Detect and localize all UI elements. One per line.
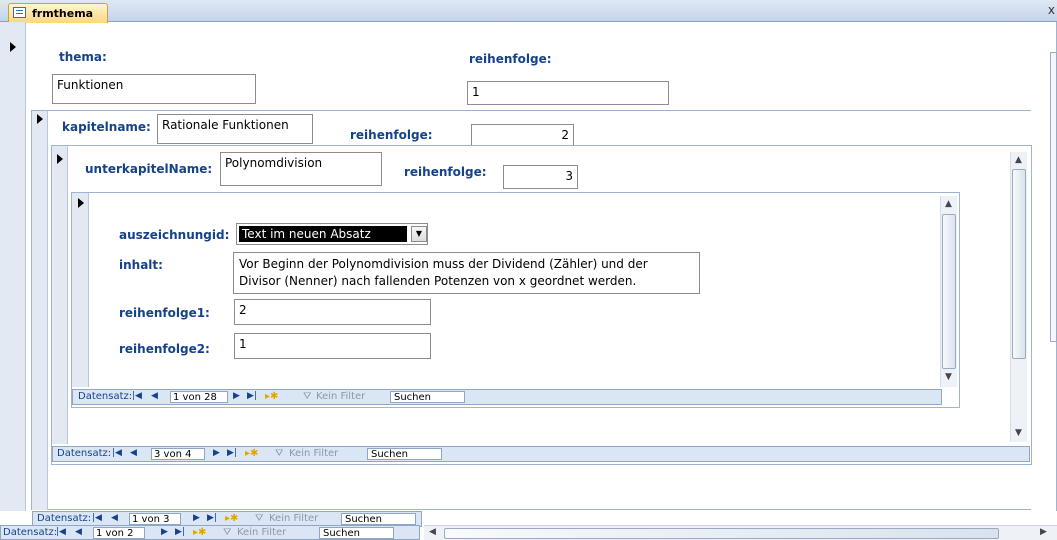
record-selector-kapitel[interactable] (32, 111, 48, 510)
last-record-icon[interactable]: ▶| (175, 527, 185, 537)
nav-label: Datensatz: (78, 391, 133, 402)
last-record-icon[interactable]: ▶| (207, 513, 217, 523)
kapitelname-field[interactable]: Rationale Funktionen (157, 114, 313, 144)
prev-record-icon[interactable]: ◀ (111, 513, 118, 523)
auszeichnungid-combobox[interactable]: Text im neuen Absatz ▼ (236, 223, 428, 245)
scroll-thumb[interactable] (1012, 169, 1026, 359)
next-record-icon[interactable]: ▶ (161, 527, 168, 537)
first-record-icon[interactable]: |◀ (112, 448, 122, 458)
document-tab-bar: frmthema x (0, 0, 1057, 23)
outer-scrollbar[interactable] (1050, 52, 1057, 342)
filter-status[interactable]: Kein Filter (237, 527, 286, 538)
filter-icon[interactable]: ⛛ (303, 391, 311, 402)
record-navigation-thema: Datensatz: |◀ ◀ 1 von 2 ▶ ▶| ▸✱ ⛛ Kein F… (0, 525, 420, 540)
filter-status[interactable]: Kein Filter (289, 448, 338, 459)
record-selector-inhalt[interactable] (72, 193, 89, 387)
first-record-icon[interactable]: |◀ (56, 527, 66, 537)
reihenfolge1-label: reihenfolge1: (119, 306, 210, 320)
scroll-right-icon[interactable]: ▶ (1040, 527, 1047, 537)
search-input[interactable]: Suchen (367, 448, 442, 460)
nav-label: Datensatz: (37, 513, 92, 524)
thema-label: thema: (59, 50, 107, 64)
next-record-icon[interactable]: ▶ (233, 391, 240, 401)
reihenfolge-field[interactable]: 1 (467, 81, 669, 105)
horizontal-scrollbar[interactable]: ◀ ▶ (424, 525, 1057, 540)
prev-record-icon[interactable]: ◀ (130, 448, 137, 458)
record-selector-thema[interactable] (0, 22, 26, 511)
filter-icon[interactable]: ⛛ (275, 448, 283, 459)
scroll-left-icon[interactable]: ◀ (429, 527, 436, 537)
search-input[interactable]: Suchen (390, 391, 465, 403)
search-input[interactable]: Suchen (341, 513, 416, 525)
scroll-down-icon[interactable]: ▼ (945, 372, 952, 382)
filter-status[interactable]: Kein Filter (316, 391, 365, 402)
scroll-thumb[interactable] (942, 214, 956, 369)
inhalt-label: inhalt: (119, 258, 163, 272)
record-selector-arrow-icon (37, 114, 43, 124)
record-counter[interactable]: 3 von 4 (151, 448, 205, 460)
inhalt-field[interactable]: Vor Beginn der Polynomdivision muss der … (233, 252, 700, 294)
thema-field[interactable]: Funktionen (52, 74, 256, 104)
next-record-icon[interactable]: ▶ (213, 448, 220, 458)
auszeichnungid-value: Text im neuen Absatz (239, 226, 407, 242)
record-navigation-unterkapitel: Datensatz: |◀ ◀ 3 von 4 ▶ ▶| ▸✱ ⛛ Kein F… (52, 446, 1030, 462)
first-record-icon[interactable]: |◀ (92, 513, 102, 523)
tab-frmthema[interactable]: frmthema (8, 3, 108, 23)
filter-icon[interactable]: ⛛ (223, 527, 231, 538)
reihenfolge2-field[interactable]: 1 (234, 333, 431, 359)
close-icon[interactable]: x (1048, 3, 1055, 17)
nav-label: Datensatz: (57, 448, 112, 459)
kapitel-reihenfolge-label: reihenfolge: (350, 128, 433, 142)
record-counter[interactable]: 1 von 28 (170, 391, 228, 403)
next-record-icon[interactable]: ▶ (193, 513, 200, 523)
tab-label: frmthema (32, 7, 94, 20)
inhalt-line-2: Divisor (Nenner) nach fallenden Potenzen… (239, 274, 637, 288)
last-record-icon[interactable]: ▶| (247, 391, 257, 401)
new-record-icon[interactable]: ▸✱ (265, 391, 278, 402)
reihenfolge2-label: reihenfolge2: (119, 342, 210, 356)
reihenfolge1-field[interactable]: 2 (234, 299, 431, 325)
scroll-up-icon[interactable]: ▲ (945, 199, 952, 209)
form-icon (13, 7, 26, 18)
kapitelname-label: kapitelname: (62, 120, 151, 134)
new-record-icon[interactable]: ▸✱ (245, 448, 258, 459)
chevron-down-icon[interactable]: ▼ (411, 226, 427, 242)
filter-status[interactable]: Kein Filter (269, 513, 318, 524)
filter-icon[interactable]: ⛛ (255, 513, 263, 524)
unterkapitel-reihenfolge-label: reihenfolge: (404, 165, 487, 179)
last-record-icon[interactable]: ▶| (227, 448, 237, 458)
record-selector-arrow-icon (57, 154, 63, 164)
scroll-up-icon[interactable]: ▲ (1015, 155, 1022, 165)
auszeichnungid-label: auszeichnungid: (119, 228, 230, 242)
nav-label: Datensatz: (3, 527, 58, 538)
new-record-icon[interactable]: ▸✱ (193, 527, 206, 538)
reihenfolge-label: reihenfolge: (469, 52, 552, 66)
record-navigation-inhalt: Datensatz: |◀ ◀ 1 von 28 ▶ ▶| ▸✱ ⛛ Kein … (72, 389, 942, 405)
record-selector-arrow-icon (78, 198, 84, 208)
record-counter[interactable]: 1 von 3 (129, 513, 181, 525)
unterkapitel-scrollbar[interactable]: ▲ ▼ (1010, 152, 1027, 442)
record-selector-unterkapitel[interactable] (52, 146, 68, 444)
unterkapitelname-field[interactable]: Polynomdivision (220, 152, 382, 186)
new-record-icon[interactable]: ▸✱ (225, 513, 238, 524)
first-record-icon[interactable]: |◀ (132, 391, 142, 401)
scroll-down-icon[interactable]: ▼ (1015, 428, 1022, 438)
record-selector-arrow-icon (10, 42, 16, 52)
inhalt-line-1: Vor Beginn der Polynomdivision muss der … (239, 257, 648, 271)
subform-inhalt (71, 192, 960, 408)
inhalt-scrollbar[interactable]: ▲ ▼ (940, 196, 957, 387)
unterkapitelname-label: unterkapitelName: (85, 162, 213, 176)
scroll-thumb[interactable] (444, 528, 999, 539)
record-counter[interactable]: 1 von 2 (93, 527, 145, 539)
prev-record-icon[interactable]: ◀ (151, 391, 158, 401)
unterkapitel-reihenfolge-field[interactable]: 3 (503, 165, 578, 189)
prev-record-icon[interactable]: ◀ (75, 527, 82, 537)
search-input[interactable]: Suchen (319, 527, 394, 539)
